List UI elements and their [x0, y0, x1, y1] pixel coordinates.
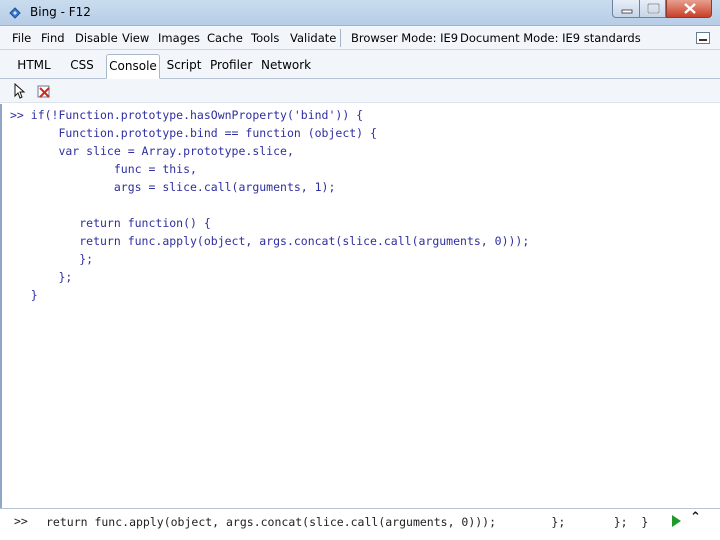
menu-file[interactable]: File [12, 31, 31, 45]
console-line: var slice = Array.prototype.slice, [10, 144, 294, 158]
tab-css[interactable]: CSS [68, 54, 96, 79]
menu-separator [340, 29, 341, 47]
menu-browser-mode[interactable]: Browser Mode: IE9 [351, 31, 458, 45]
console-line: }; [10, 252, 94, 266]
command-input[interactable] [46, 512, 661, 532]
ie-devtools-icon [9, 7, 21, 19]
tab-console[interactable]: Console [106, 54, 160, 79]
window-title: Bing - F12 [30, 5, 91, 19]
console-toolbar [0, 79, 720, 103]
command-bar: >> ⌃ [0, 508, 720, 540]
play-icon[interactable] [672, 515, 681, 527]
maximize-button[interactable] [639, 0, 666, 18]
collapse-panel-button[interactable] [696, 32, 710, 44]
arrow-cursor-icon[interactable] [12, 83, 28, 99]
minimize-icon [621, 9, 633, 14]
console-line: >> if(!Function.prototype.hasOwnProperty… [10, 108, 364, 122]
console-line: Function.prototype.bind == function (obj… [10, 126, 377, 140]
console-line: args = slice.call(arguments, 1); [10, 180, 336, 194]
close-button[interactable] [666, 0, 712, 18]
maximize-icon [647, 3, 660, 14]
tab-strip: HTML CSS Console Script Profiler Network [0, 50, 720, 79]
menu-images[interactable]: Images [158, 31, 200, 45]
console-line: func = this, [10, 162, 197, 176]
console-line: } [10, 288, 38, 302]
menu-find[interactable]: Find [41, 31, 65, 45]
menu-cache[interactable]: Cache [207, 31, 243, 45]
double-chevron-up-icon[interactable]: ⌃ [690, 510, 701, 525]
console-line: }; [10, 270, 73, 284]
menu-bar: File Find Disable View Images Cache Tool… [0, 26, 720, 50]
clear-console-icon[interactable] [36, 83, 52, 99]
console-line: return function() { [10, 216, 211, 230]
tab-network[interactable]: Network [261, 54, 311, 79]
console-line: return func.apply(object, args.concat(sl… [10, 234, 530, 248]
menu-document-mode[interactable]: Document Mode: IE9 standards [460, 31, 641, 45]
title-bar: Bing - F12 [0, 0, 720, 26]
command-prompt: >> [14, 514, 28, 528]
minimize-button[interactable] [612, 0, 640, 18]
menu-disable[interactable]: Disable [75, 31, 118, 45]
console-output: >> if(!Function.prototype.hasOwnProperty… [0, 104, 720, 508]
menu-tools[interactable]: Tools [251, 31, 279, 45]
tab-html[interactable]: HTML [16, 54, 52, 79]
close-icon [684, 3, 696, 14]
menu-validate[interactable]: Validate [290, 31, 336, 45]
menu-view[interactable]: View [122, 31, 149, 45]
tab-profiler[interactable]: Profiler [210, 54, 252, 79]
tab-script[interactable]: Script [166, 54, 202, 79]
